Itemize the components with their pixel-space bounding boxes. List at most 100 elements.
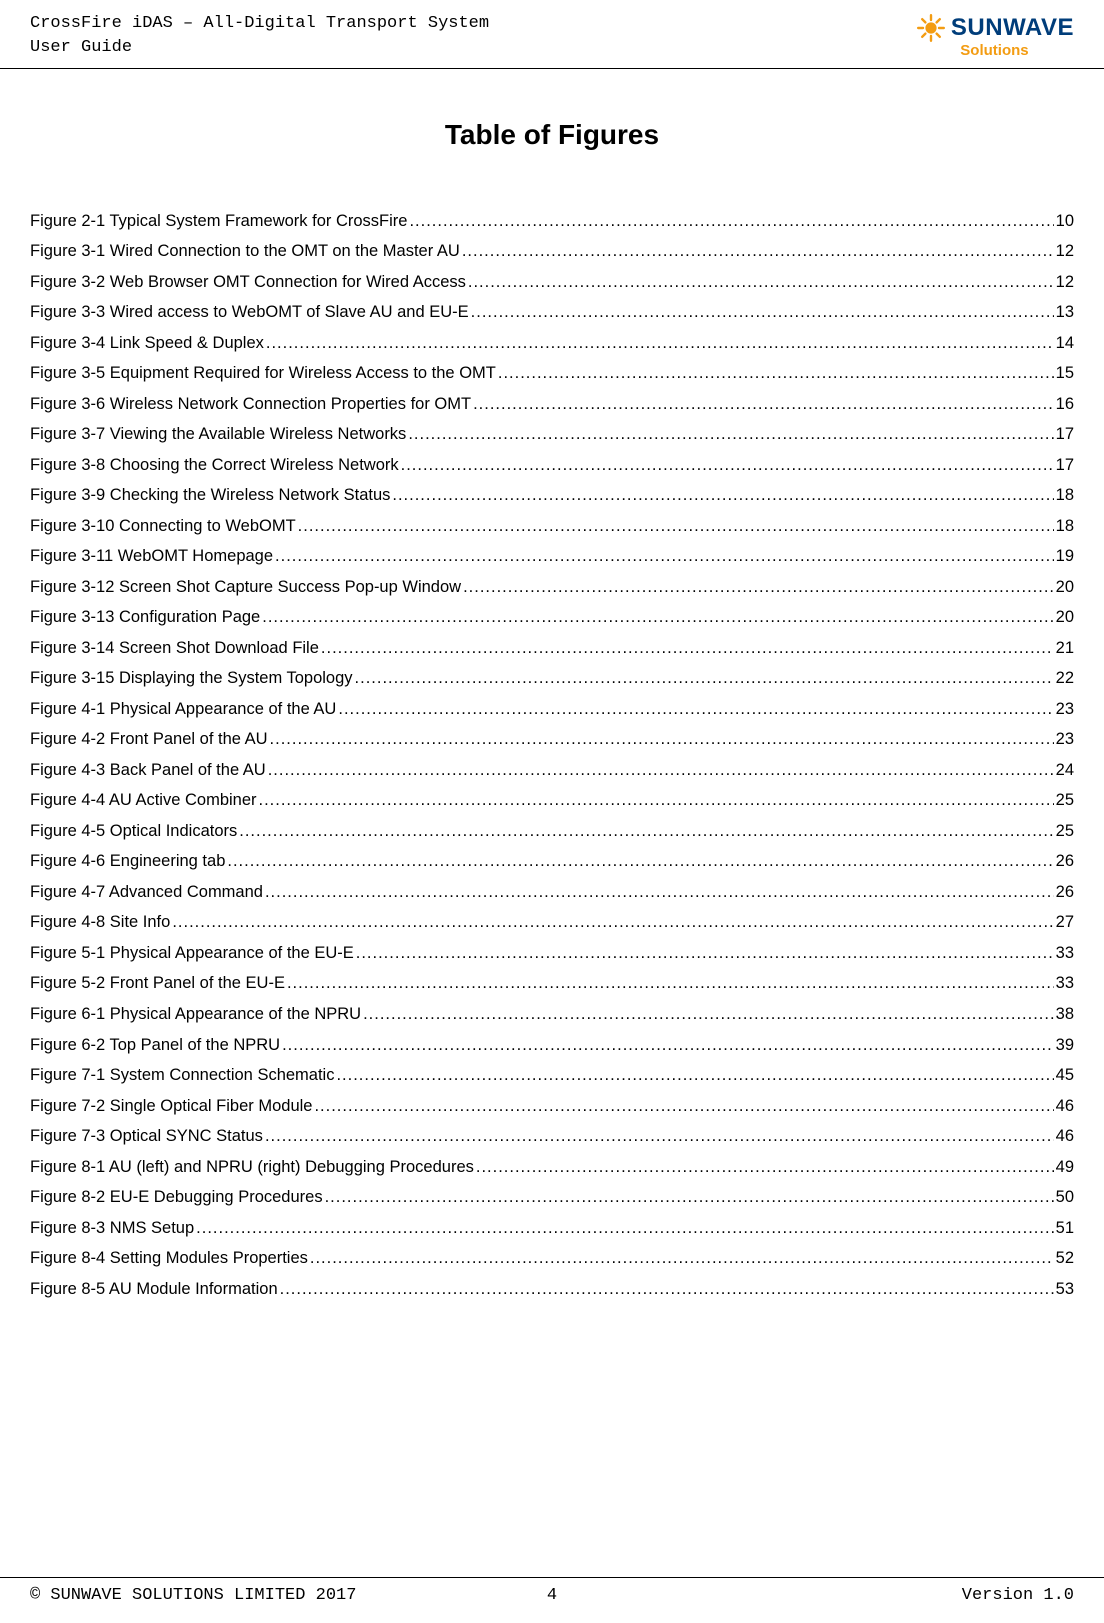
tof-entry-page: 38: [1056, 999, 1074, 1030]
tof-entry[interactable]: Figure 7-1 System Connection Schematic45: [30, 1060, 1074, 1091]
tof-leader-dots: [268, 755, 1054, 786]
tof-entry-page: 18: [1056, 480, 1074, 511]
tof-entry-page: 10: [1056, 206, 1074, 237]
tof-leader-dots: [463, 572, 1054, 603]
tof-entry[interactable]: Figure 3-2 Web Browser OMT Connection fo…: [30, 267, 1074, 298]
tof-entry[interactable]: Figure 4-2 Front Panel of the AU23: [30, 724, 1074, 755]
tof-entry[interactable]: Figure 7-2 Single Optical Fiber Module46: [30, 1091, 1074, 1122]
tof-entry-label: Figure 3-14 Screen Shot Download File: [30, 633, 319, 664]
tof-entry[interactable]: Figure 4-7 Advanced Command 26: [30, 877, 1074, 908]
tof-entry[interactable]: Figure 4-8 Site Info27: [30, 907, 1074, 938]
footer-version: Version 1.0: [962, 1586, 1074, 1605]
tof-entry-label: Figure 4-6 Engineering tab: [30, 846, 225, 877]
tof-entry-page: 26: [1056, 846, 1074, 877]
tof-entry[interactable]: Figure 4-5 Optical Indicators25: [30, 816, 1074, 847]
tof-leader-dots: [227, 846, 1053, 877]
tof-entry-label: Figure 6-1 Physical Appearance of the NP…: [30, 999, 361, 1030]
tof-leader-dots: [266, 328, 1054, 359]
tof-leader-dots: [270, 724, 1054, 755]
tof-entry-page: 27: [1056, 907, 1074, 938]
tof-entry[interactable]: Figure 3-3 Wired access to WebOMT of Sla…: [30, 297, 1074, 328]
tof-entry[interactable]: Figure 5-1 Physical Appearance of the EU…: [30, 938, 1074, 969]
tof-leader-dots: [298, 511, 1054, 542]
sun-icon: [915, 12, 947, 44]
tof-entry[interactable]: Figure 3-5 Equipment Required for Wirele…: [30, 358, 1074, 389]
logo-brand-text: SUNWAVE: [951, 14, 1074, 42]
tof-entry[interactable]: Figure 4-3 Back Panel of the AU24: [30, 755, 1074, 786]
tof-leader-dots: [498, 358, 1054, 389]
tof-entry[interactable]: Figure 3-10 Connecting to WebOMT18: [30, 511, 1074, 542]
tof-entry[interactable]: Figure 3-7 Viewing the Available Wireles…: [30, 419, 1074, 450]
tof-entry-page: 21: [1056, 633, 1074, 664]
tof-entry-label: Figure 3-3 Wired access to WebOMT of Sla…: [30, 297, 469, 328]
tof-entry[interactable]: Figure 6-2 Top Panel of the NPRU39: [30, 1030, 1074, 1061]
tof-entry[interactable]: Figure 8-1 AU (left) and NPRU (right) De…: [30, 1152, 1074, 1183]
tof-leader-dots: [310, 1243, 1054, 1274]
tof-leader-dots: [462, 236, 1054, 267]
tof-entry[interactable]: Figure 3-15 Displaying the System Topolo…: [30, 663, 1074, 694]
tof-entry-label: Figure 8-1 AU (left) and NPRU (right) De…: [30, 1152, 474, 1183]
tof-entry-page: 23: [1056, 694, 1074, 725]
tof-entry-label: Figure 4-1 Physical Appearance of the AU: [30, 694, 336, 725]
tof-leader-dots: [265, 1121, 1054, 1152]
page-footer: © SUNWAVE SOLUTIONS LIMITED 2017 4 Versi…: [0, 1577, 1104, 1605]
product-line: CrossFire iDAS – All-Digital Transport S…: [30, 12, 489, 36]
tof-entry-page: 50: [1056, 1182, 1074, 1213]
tof-entry-page: 17: [1056, 450, 1074, 481]
tof-entry-page: 26: [1056, 877, 1074, 908]
tof-entry[interactable]: Figure 3-8 Choosing the Correct Wireless…: [30, 450, 1074, 481]
tof-leader-dots: [280, 1274, 1054, 1305]
tof-entry[interactable]: Figure 4-1 Physical Appearance of the AU…: [30, 694, 1074, 725]
tof-entry-page: 51: [1056, 1213, 1074, 1244]
tof-entry[interactable]: Figure 8-3 NMS Setup 51: [30, 1213, 1074, 1244]
tof-entry[interactable]: Figure 6-1 Physical Appearance of the NP…: [30, 999, 1074, 1030]
tof-leader-dots: [356, 938, 1054, 969]
tof-entry-label: Figure 3-13 Configuration Page: [30, 602, 260, 633]
tof-entry[interactable]: Figure 8-5 AU Module Information53: [30, 1274, 1074, 1305]
tof-entry-page: 20: [1056, 572, 1074, 603]
tof-entry[interactable]: Figure 2-1 Typical System Framework for …: [30, 206, 1074, 237]
tof-leader-dots: [355, 663, 1054, 694]
header-left: CrossFire iDAS – All-Digital Transport S…: [30, 12, 489, 60]
tof-entry-label: Figure 3-15 Displaying the System Topolo…: [30, 663, 353, 694]
footer-copyright: © SUNWAVE SOLUTIONS LIMITED 2017: [30, 1586, 356, 1605]
tof-entry[interactable]: Figure 4-6 Engineering tab 26: [30, 846, 1074, 877]
tof-entry-page: 13: [1056, 297, 1074, 328]
tof-entry[interactable]: Figure 3-1 Wired Connection to the OMT o…: [30, 236, 1074, 267]
tof-entry-page: 14: [1056, 328, 1074, 359]
tof-entry[interactable]: Figure 7-3 Optical SYNC Status46: [30, 1121, 1074, 1152]
tof-entry-label: Figure 8-3 NMS Setup: [30, 1213, 194, 1244]
tof-entry[interactable]: Figure 8-4 Setting Modules Properties52: [30, 1243, 1074, 1274]
tof-entry[interactable]: Figure 3-14 Screen Shot Download File 21: [30, 633, 1074, 664]
tof-entry[interactable]: Figure 3-9 Checking the Wireless Network…: [30, 480, 1074, 511]
page-header: CrossFire iDAS – All-Digital Transport S…: [0, 0, 1104, 69]
tof-entry-label: Figure 5-1 Physical Appearance of the EU…: [30, 938, 354, 969]
tof-leader-dots: [473, 389, 1054, 420]
tof-leader-dots: [282, 1030, 1054, 1061]
tof-leader-dots: [325, 1182, 1054, 1213]
tof-entry-page: 49: [1056, 1152, 1074, 1183]
tof-leader-dots: [408, 419, 1053, 450]
tof-entry[interactable]: Figure 8-2 EU-E Debugging Procedures50: [30, 1182, 1074, 1213]
tof-entry-label: Figure 8-5 AU Module Information: [30, 1274, 278, 1305]
tof-leader-dots: [275, 541, 1054, 572]
tof-entry-label: Figure 3-4 Link Speed & Duplex: [30, 328, 264, 359]
tof-entry-label: Figure 3-1 Wired Connection to the OMT o…: [30, 236, 460, 267]
tof-entry-page: 25: [1056, 816, 1074, 847]
tof-entry-label: Figure 8-4 Setting Modules Properties: [30, 1243, 308, 1274]
tof-leader-dots: [471, 297, 1054, 328]
tof-entry[interactable]: Figure 3-11 WebOMT Homepage19: [30, 541, 1074, 572]
tof-entry-page: 33: [1056, 938, 1074, 969]
footer-page-number: 4: [547, 1586, 557, 1605]
tof-entry[interactable]: Figure 3-4 Link Speed & Duplex 14: [30, 328, 1074, 359]
tof-entry[interactable]: Figure 4-4 AU Active Combiner25: [30, 785, 1074, 816]
tof-leader-dots: [468, 267, 1054, 298]
tof-entry-label: Figure 2-1 Typical System Framework for …: [30, 206, 407, 237]
tof-entry[interactable]: Figure 3-12 Screen Shot Capture Success …: [30, 572, 1074, 603]
tof-leader-dots: [239, 816, 1053, 847]
tof-entry[interactable]: Figure 3-6 Wireless Network Connection P…: [30, 389, 1074, 420]
tof-entry[interactable]: Figure 3-13 Configuration Page20: [30, 602, 1074, 633]
tof-entry-label: Figure 4-7 Advanced Command: [30, 877, 263, 908]
tof-leader-dots: [259, 785, 1054, 816]
tof-entry[interactable]: Figure 5-2 Front Panel of the EU-E33: [30, 968, 1074, 999]
